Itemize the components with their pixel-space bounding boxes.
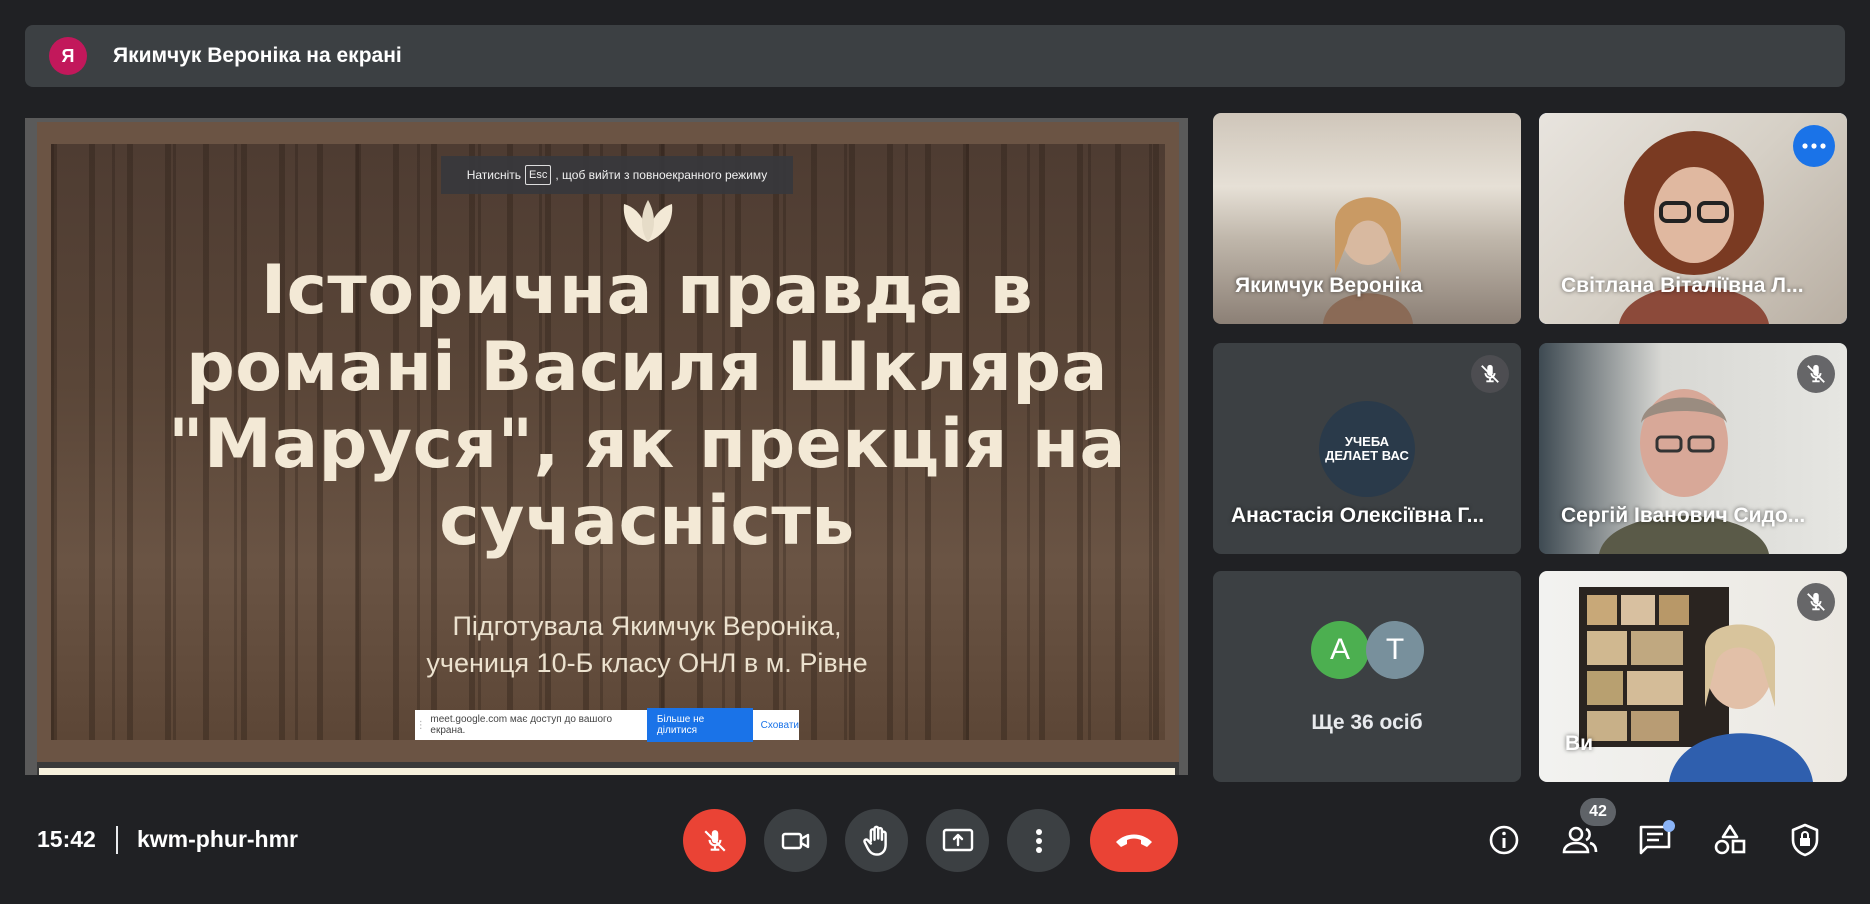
mic-off-icon — [703, 829, 726, 852]
meeting-details-button[interactable] — [1484, 820, 1524, 860]
slide-subtitle-line1: Підготувала Якимчук Вероніка, — [452, 611, 842, 641]
more-participants-text: Ще 36 осіб — [1311, 711, 1423, 734]
info-icon — [1489, 825, 1519, 855]
activities-button[interactable] — [1710, 820, 1750, 860]
mic-off-icon — [1807, 364, 1825, 383]
people-button[interactable] — [1560, 820, 1600, 860]
slide-next-edge — [39, 768, 1175, 775]
hide-share-bar-button[interactable]: Сховати — [761, 720, 799, 731]
muted-indicator — [1471, 355, 1509, 393]
slide: Натисніть Esc , щоб вийти з повноекранно… — [37, 122, 1179, 762]
unread-chat-indicator — [1663, 820, 1675, 832]
participant-name: Анастасія Олексіївна Г... — [1231, 504, 1485, 527]
more-options-button[interactable] — [1007, 809, 1070, 872]
hang-up-icon — [1116, 834, 1152, 847]
mic-off-icon — [1481, 364, 1499, 383]
presenter-avatar: Я — [49, 37, 87, 75]
slide-subtitle: Підготувала Якимчук Вероніка, учениця 10… — [257, 608, 1037, 682]
host-controls-button[interactable] — [1785, 820, 1825, 860]
esc-toast-after: , щоб вийти з повноекранного режиму — [555, 168, 768, 182]
mic-off-icon — [1807, 592, 1825, 611]
participant-name: Сергій Іванович Сидо... — [1561, 504, 1806, 527]
camera-icon — [781, 832, 809, 849]
esc-key: Esc — [525, 165, 552, 185]
participant-tile[interactable]: Світлана Віталіївна Л... — [1539, 113, 1847, 324]
slide-title: Історична правда в романі Василя Шкляра … — [168, 251, 1126, 561]
more-options-button[interactable] — [1793, 125, 1835, 167]
shield-lock-icon — [1791, 823, 1819, 857]
more-horizontal-icon — [1802, 143, 1826, 149]
participant-tile[interactable]: Сергій Іванович Сидо... — [1539, 343, 1847, 554]
slide-subtitle-line2: учениця 10-Б класу ОНЛ в м. Рівне — [426, 648, 868, 678]
participant-avatar: А — [1311, 621, 1369, 679]
participant-name: Якимчук Вероніка — [1235, 274, 1423, 297]
raise-hand-button[interactable] — [845, 809, 908, 872]
muted-indicator — [1797, 583, 1835, 621]
drag-handle-icon[interactable]: ⋮ — [415, 710, 426, 740]
avatar-image-text: УЧЕБА ДЕЛАЕТ ВАС — [1325, 434, 1409, 463]
meeting-time: 15:42 — [37, 826, 96, 852]
more-participants-tile[interactable]: А Т Ще 36 осіб — [1213, 571, 1521, 782]
participant-avatar: УЧЕБА ДЕЛАЕТ ВАС — [1319, 401, 1415, 497]
share-message: meet.google.com має доступ до вашого екр… — [430, 714, 613, 736]
presenting-banner: Я Якимчук Вероніка на екрані — [25, 25, 1845, 87]
presenting-banner-text: Якимчук Вероніка на екрані — [113, 44, 402, 67]
microphone-toggle-button[interactable] — [683, 809, 746, 872]
participant-tile[interactable]: УЧЕБА ДЕЛАЕТ ВАС Анастасія Олексіївна Г.… — [1213, 343, 1521, 554]
self-view-tile[interactable]: Ви — [1539, 571, 1847, 782]
present-screen-icon — [942, 828, 973, 851]
slide-leaf-logo-icon — [623, 200, 673, 242]
fullscreen-exit-toast: Натисніть Esc , щоб вийти з повноекранно… — [441, 156, 793, 194]
presentation-view[interactable]: Натисніть Esc , щоб вийти з повноекранно… — [25, 118, 1188, 775]
participant-tile[interactable]: Якимчук Вероніка — [1213, 113, 1521, 324]
divider — [116, 826, 118, 854]
participant-name: Світлана Віталіївна Л... — [1561, 274, 1804, 297]
participant-name: Ви — [1565, 732, 1594, 755]
raise-hand-icon — [862, 825, 887, 856]
present-screen-button[interactable] — [926, 809, 989, 872]
participant-figure-icon — [1323, 197, 1413, 324]
participant-avatar: Т — [1366, 621, 1424, 679]
participants-count-badge: 42 — [1580, 798, 1616, 826]
activities-icon — [1714, 824, 1746, 855]
more-vertical-icon — [1035, 828, 1042, 853]
esc-toast-before: Натисніть — [466, 168, 522, 182]
stop-sharing-button[interactable]: Більше не ділитися — [646, 708, 753, 742]
screen-share-bar: ⋮ meet.google.com має доступ до вашого е… — [415, 708, 799, 742]
muted-indicator — [1797, 355, 1835, 393]
people-icon — [1562, 826, 1598, 854]
meeting-code[interactable]: kwm-phur-hmr — [137, 826, 298, 853]
leave-call-button[interactable] — [1090, 809, 1178, 872]
camera-toggle-button[interactable] — [764, 809, 827, 872]
